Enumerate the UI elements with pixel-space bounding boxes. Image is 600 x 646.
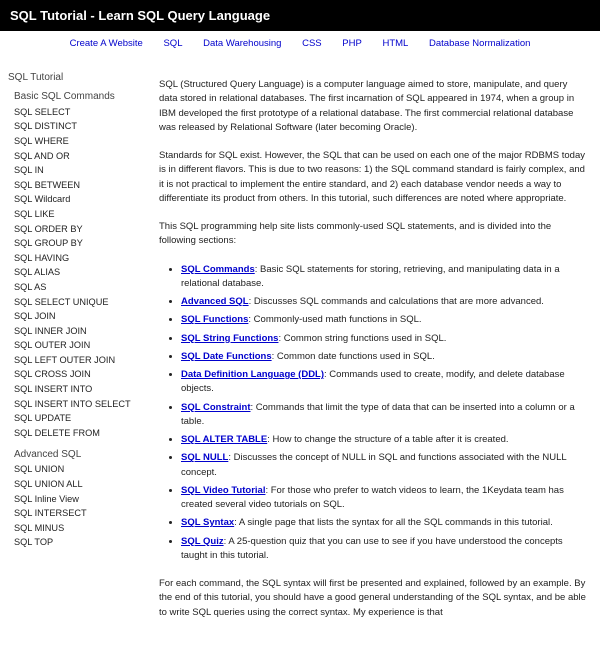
- topnav-html[interactable]: HTML: [382, 38, 408, 49]
- sidebar: SQL Tutorial Basic SQL Commands SQL SELE…: [0, 56, 145, 646]
- link-advanced-sql[interactable]: Advanced SQL: [181, 296, 249, 307]
- side-sql-inner-join[interactable]: SQL INNER JOIN: [14, 326, 87, 336]
- list-item: SQL String Functions: Common string func…: [181, 332, 586, 346]
- side-sql-top[interactable]: SQL TOP: [14, 537, 53, 547]
- side-sql-inline-view[interactable]: SQL Inline View: [14, 494, 79, 504]
- side-sql-like[interactable]: SQL LIKE: [14, 209, 55, 219]
- link-ddl[interactable]: Data Definition Language (DDL): [181, 369, 324, 380]
- list-item: Advanced SQL: Discusses SQL commands and…: [181, 295, 586, 309]
- bullet-text: : Discusses the concept of NULL in SQL a…: [181, 452, 566, 477]
- sidebar-section-advanced: Advanced SQL: [14, 449, 137, 460]
- side-sql-update[interactable]: SQL UPDATE: [14, 413, 71, 423]
- side-sql-and-or[interactable]: SQL AND OR: [14, 151, 70, 161]
- side-sql-where[interactable]: SQL WHERE: [14, 136, 69, 146]
- bullet-text: : Common string functions used in SQL.: [278, 333, 446, 344]
- intro-paragraph-2: Standards for SQL exist. However, the SQ…: [159, 149, 586, 206]
- sidebar-title: SQL Tutorial: [8, 72, 137, 83]
- list-item: Data Definition Language (DDL): Commands…: [181, 368, 586, 397]
- topnav-php[interactable]: PHP: [342, 38, 362, 49]
- topnav-data-warehousing[interactable]: Data Warehousing: [203, 38, 281, 49]
- list-item: SQL Date Functions: Common date function…: [181, 350, 586, 364]
- bullet-text: : A single page that lists the syntax fo…: [234, 517, 553, 528]
- list-item: SQL Functions: Commonly-used math functi…: [181, 313, 586, 327]
- side-sql-insert-into[interactable]: SQL INSERT INTO: [14, 384, 92, 394]
- side-sql-join[interactable]: SQL JOIN: [14, 311, 56, 321]
- side-sql-union[interactable]: SQL UNION: [14, 464, 64, 474]
- top-nav: Create A Website SQL Data Warehousing CS…: [0, 31, 600, 56]
- page-title: SQL Tutorial - Learn SQL Query Language: [10, 8, 270, 23]
- side-sql-minus[interactable]: SQL MINUS: [14, 523, 64, 533]
- side-sql-in[interactable]: SQL IN: [14, 165, 44, 175]
- link-sql-video-tutorial[interactable]: SQL Video Tutorial: [181, 485, 265, 496]
- intro-paragraph-1: SQL (Structured Query Language) is a com…: [159, 78, 586, 135]
- main-content: SQL (Structured Query Language) is a com…: [145, 56, 600, 646]
- section-bullets: SQL Commands: Basic SQL statements for s…: [181, 263, 586, 564]
- list-item: SQL Constraint: Commands that limit the …: [181, 401, 586, 430]
- side-sql-alias[interactable]: SQL ALIAS: [14, 267, 60, 277]
- side-sql-cross-join[interactable]: SQL CROSS JOIN: [14, 369, 91, 379]
- list-item: SQL Syntax: A single page that lists the…: [181, 516, 586, 530]
- topnav-css[interactable]: CSS: [302, 38, 322, 49]
- side-sql-delete-from[interactable]: SQL DELETE FROM: [14, 428, 100, 438]
- link-sql-string-functions[interactable]: SQL String Functions: [181, 333, 278, 344]
- side-sql-left-outer-join[interactable]: SQL LEFT OUTER JOIN: [14, 355, 115, 365]
- list-item: SQL Quiz: A 25-question quiz that you ca…: [181, 535, 586, 564]
- side-sql-having[interactable]: SQL HAVING: [14, 253, 69, 263]
- intro-paragraph-3: This SQL programming help site lists com…: [159, 220, 586, 249]
- link-sql-quiz[interactable]: SQL Quiz: [181, 536, 224, 547]
- side-sql-group-by[interactable]: SQL GROUP BY: [14, 238, 83, 248]
- bullet-text: : A 25-question quiz that you can use to…: [181, 536, 563, 561]
- link-sql-commands[interactable]: SQL Commands: [181, 264, 255, 275]
- list-item: SQL Commands: Basic SQL statements for s…: [181, 263, 586, 292]
- bullet-text: : Commonly-used math functions in SQL.: [248, 314, 421, 325]
- link-sql-null[interactable]: SQL NULL: [181, 452, 228, 463]
- sidebar-section-basic: Basic SQL Commands: [14, 91, 137, 102]
- link-sql-alter-table[interactable]: SQL ALTER TABLE: [181, 434, 267, 445]
- sidebar-list-basic: SQL SELECT SQL DISTINCT SQL WHERE SQL AN…: [14, 105, 137, 441]
- list-item: SQL ALTER TABLE: How to change the struc…: [181, 433, 586, 447]
- bullet-text: : Discusses SQL commands and calculation…: [249, 296, 544, 307]
- link-sql-date-functions[interactable]: SQL Date Functions: [181, 351, 272, 362]
- page-header: SQL Tutorial - Learn SQL Query Language: [0, 0, 600, 31]
- side-sql-as[interactable]: SQL AS: [14, 282, 46, 292]
- topnav-sql[interactable]: SQL: [163, 38, 182, 49]
- bullet-text: : Common date functions used in SQL.: [272, 351, 435, 362]
- closing-paragraph: For each command, the SQL syntax will fi…: [159, 577, 586, 620]
- side-sql-insert-into-select[interactable]: SQL INSERT INTO SELECT: [14, 399, 131, 409]
- list-item: SQL NULL: Discusses the concept of NULL …: [181, 451, 586, 480]
- side-sql-wildcard[interactable]: SQL Wildcard: [14, 194, 70, 204]
- side-sql-select[interactable]: SQL SELECT: [14, 107, 70, 117]
- side-sql-union-all[interactable]: SQL UNION ALL: [14, 479, 83, 489]
- side-sql-order-by[interactable]: SQL ORDER BY: [14, 224, 83, 234]
- bullet-text: : How to change the structure of a table…: [267, 434, 508, 445]
- topnav-create-website[interactable]: Create A Website: [70, 38, 143, 49]
- link-sql-functions[interactable]: SQL Functions: [181, 314, 248, 325]
- side-sql-between[interactable]: SQL BETWEEN: [14, 180, 80, 190]
- side-sql-select-unique[interactable]: SQL SELECT UNIQUE: [14, 297, 108, 307]
- side-sql-outer-join[interactable]: SQL OUTER JOIN: [14, 340, 90, 350]
- sidebar-list-advanced: SQL UNION SQL UNION ALL SQL Inline View …: [14, 463, 137, 551]
- link-sql-constraint[interactable]: SQL Constraint: [181, 402, 251, 413]
- side-sql-intersect[interactable]: SQL INTERSECT: [14, 508, 87, 518]
- link-sql-syntax[interactable]: SQL Syntax: [181, 517, 234, 528]
- topnav-db-normalization[interactable]: Database Normalization: [429, 38, 530, 49]
- list-item: SQL Video Tutorial: For those who prefer…: [181, 484, 586, 513]
- side-sql-distinct[interactable]: SQL DISTINCT: [14, 121, 77, 131]
